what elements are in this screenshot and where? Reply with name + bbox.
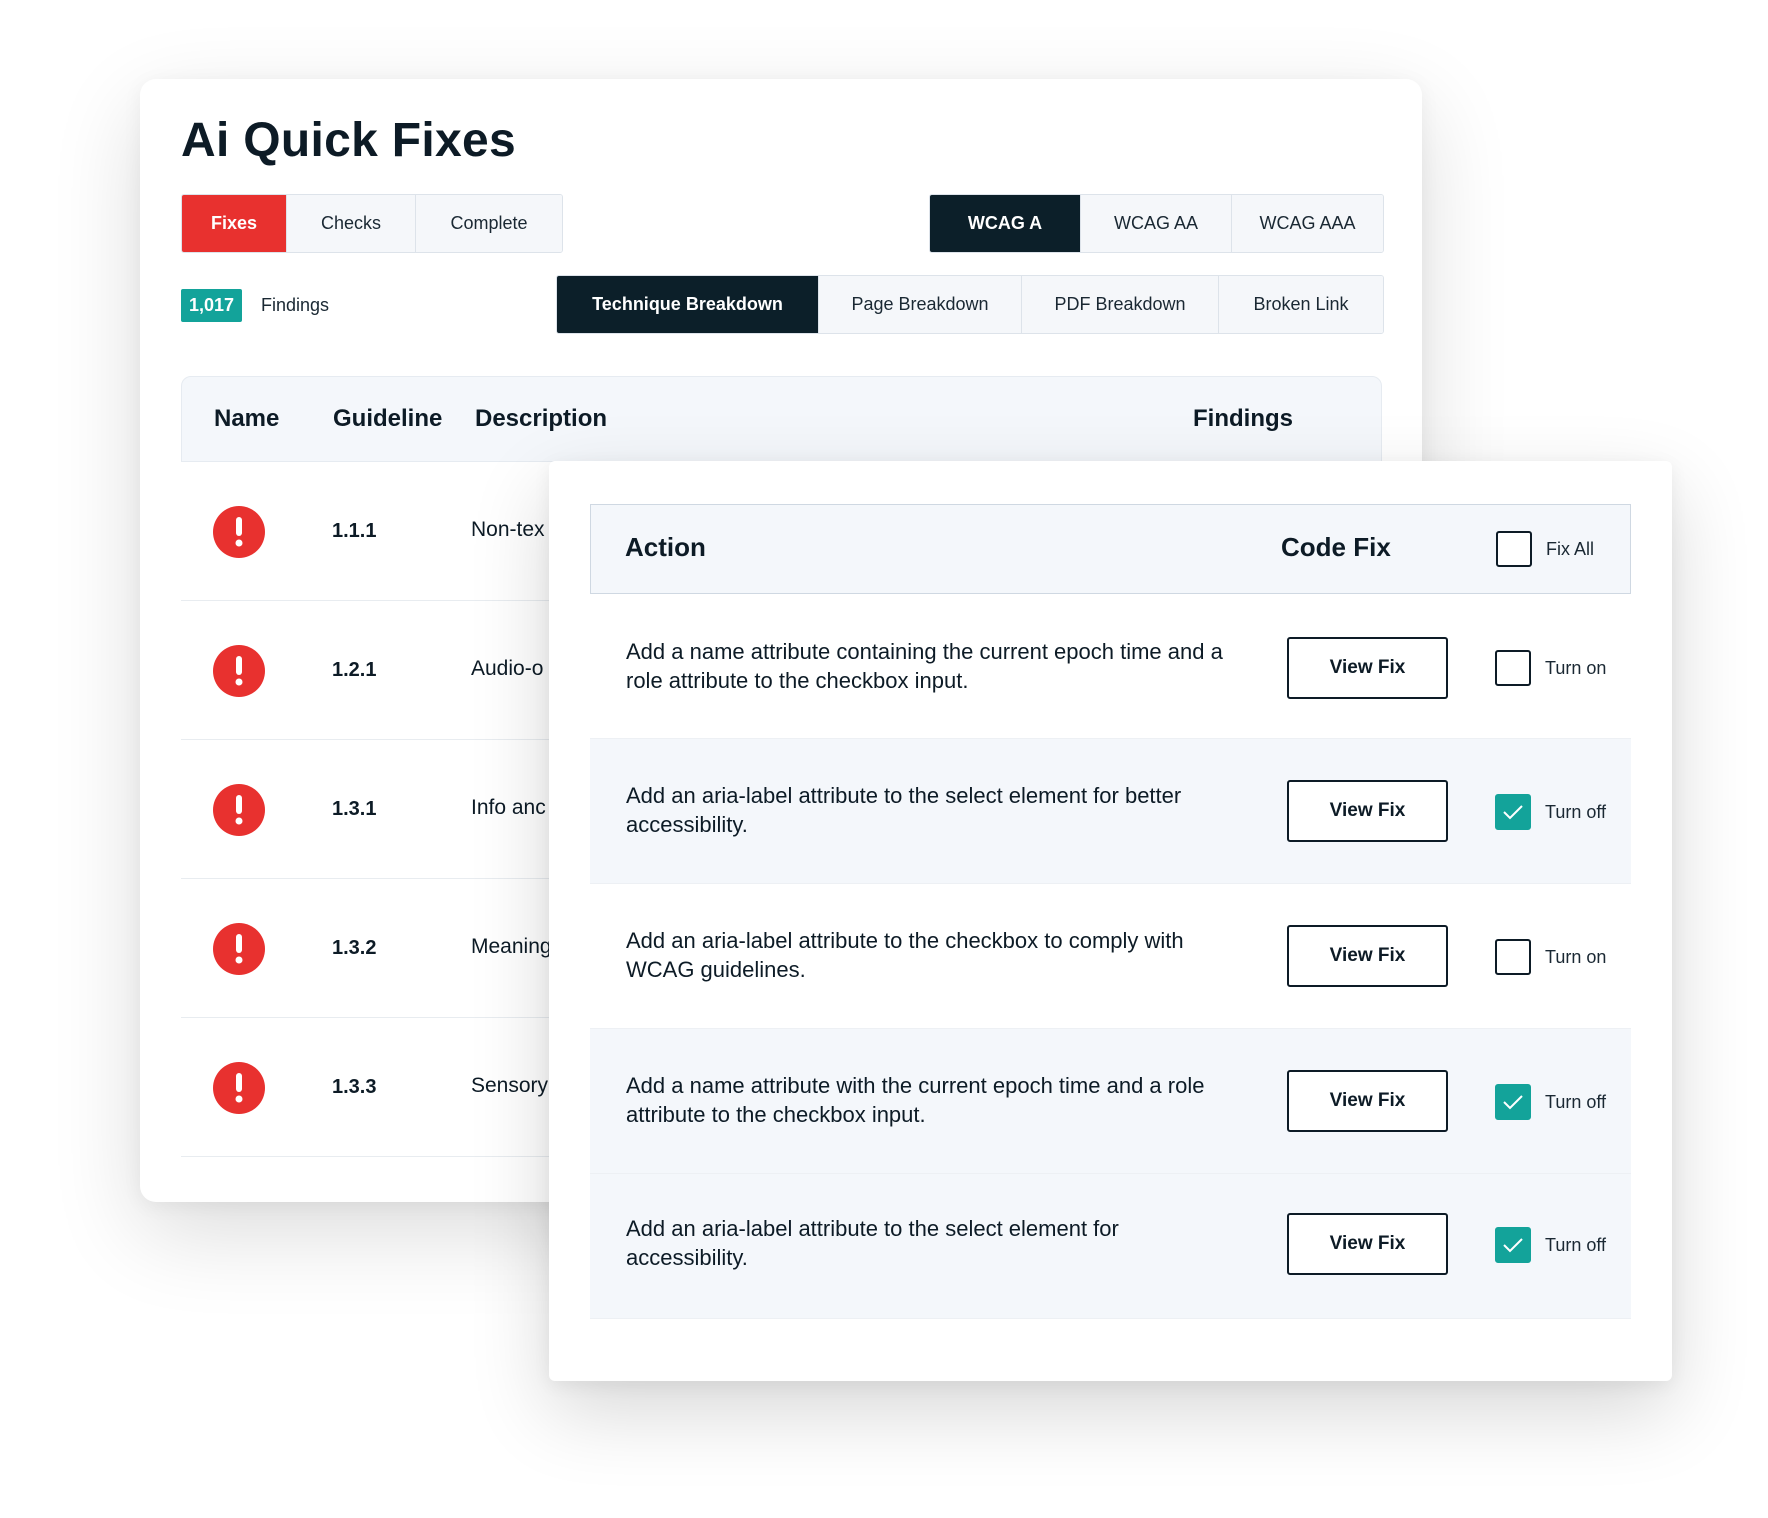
table-row[interactable]: 1.3.1 Info anc <box>181 740 581 879</box>
view-fix-button[interactable]: View Fix <box>1287 925 1448 987</box>
tab-wcag-aa[interactable]: WCAG AA <box>1081 195 1232 252</box>
guideline-number: 1.3.1 <box>332 798 377 820</box>
findings-count-badge: 1,017 <box>181 289 243 322</box>
fix-row: Add a name attribute containing the curr… <box>590 594 1631 739</box>
page-title: Ai Quick Fixes <box>181 114 516 167</box>
fix-toggle-label[interactable]: Turn on <box>1545 947 1606 968</box>
view-fix-button[interactable]: View Fix <box>1287 637 1448 699</box>
fix-table-body: Add a name attribute containing the curr… <box>590 594 1631 1319</box>
guideline-number: 1.3.2 <box>332 937 377 959</box>
alert-icon <box>213 784 265 836</box>
tab-technique-breakdown[interactable]: Technique Breakdown <box>557 276 819 333</box>
fix-action-text: Add an aria-label attribute to the selec… <box>626 783 1182 837</box>
guideline-number: 1.1.1 <box>332 520 377 542</box>
fix-row: Add an aria-label attribute to the check… <box>590 884 1631 1029</box>
fix-toggle-label[interactable]: Turn off <box>1545 802 1606 823</box>
table-row[interactable]: 1.3.3 Sensory <box>181 1018 581 1157</box>
column-header-findings[interactable]: Findings <box>1193 405 1293 433</box>
tab-broken-link[interactable]: Broken Link <box>1219 276 1383 333</box>
fix-table-header: Action Code Fix Fix All <box>590 504 1631 594</box>
tab-wcag-aaa[interactable]: WCAG AAA <box>1232 195 1383 252</box>
description-text: Audio-o <box>471 657 544 680</box>
checkmark-icon <box>1503 1095 1523 1110</box>
tab-checks[interactable]: Checks <box>287 195 416 252</box>
fix-action-text: Add a name attribute with the current ep… <box>626 1073 1205 1127</box>
fix-action-text: Add an aria-label attribute to the check… <box>626 928 1184 982</box>
table-row[interactable]: 1.1.1 Non-tex <box>181 462 581 601</box>
fix-toggle-checkbox[interactable] <box>1495 650 1531 686</box>
description-text: Info anc <box>471 796 546 819</box>
alert-icon <box>213 923 265 975</box>
fix-toggle-checkbox[interactable] <box>1495 1084 1531 1120</box>
tab-pdf-breakdown[interactable]: PDF Breakdown <box>1022 276 1219 333</box>
fix-row: Add an aria-label attribute to the selec… <box>590 739 1631 884</box>
fix-row: Add an aria-label attribute to the selec… <box>590 1174 1631 1319</box>
alert-icon <box>213 645 265 697</box>
fix-action-text: Add an aria-label attribute to the selec… <box>626 1216 1119 1270</box>
fix-row: Add a name attribute with the current ep… <box>590 1029 1631 1174</box>
tab-wcag-a[interactable]: WCAG A <box>930 195 1081 252</box>
description-text: Meaning <box>471 935 551 958</box>
findings-table-header: Name Guideline Description Findings <box>181 376 1382 462</box>
tab-page-breakdown[interactable]: Page Breakdown <box>819 276 1022 333</box>
view-fix-button[interactable]: View Fix <box>1287 1070 1448 1132</box>
view-fix-button[interactable]: View Fix <box>1287 780 1448 842</box>
fix-all-checkbox[interactable] <box>1496 531 1532 567</box>
fix-toggle-checkbox[interactable] <box>1495 794 1531 830</box>
description-text: Sensory <box>471 1074 549 1097</box>
fix-toggle-label[interactable]: Turn off <box>1545 1092 1606 1113</box>
alert-icon <box>213 506 265 558</box>
code-fix-panel: Action Code Fix Fix All Add a name attri… <box>549 461 1672 1381</box>
column-header-action: Action <box>625 532 706 562</box>
table-row[interactable]: 1.3.2 Meaning <box>181 879 581 1018</box>
description-text: Non-tex <box>471 518 545 541</box>
column-header-name[interactable]: Name <box>214 405 279 433</box>
column-header-guideline[interactable]: Guideline <box>333 405 442 433</box>
checkmark-icon <box>1503 1238 1523 1253</box>
tab-complete[interactable]: Complete <box>416 195 562 252</box>
fix-toggle-label[interactable]: Turn on <box>1545 658 1606 679</box>
checkmark-icon <box>1503 805 1523 820</box>
wcag-level-tabs: WCAG A WCAG AA WCAG AAA <box>929 194 1384 253</box>
fix-toggle-checkbox[interactable] <box>1495 1227 1531 1263</box>
tab-fixes[interactable]: Fixes <box>182 195 287 252</box>
fix-action-text: Add a name attribute containing the curr… <box>626 639 1223 693</box>
column-header-description[interactable]: Description <box>475 405 607 433</box>
findings-label: Findings <box>261 295 330 315</box>
guideline-number: 1.2.1 <box>332 659 377 681</box>
breakdown-tabs: Technique Breakdown Page Breakdown PDF B… <box>556 275 1384 334</box>
view-fix-button[interactable]: View Fix <box>1287 1213 1448 1275</box>
alert-icon <box>213 1062 265 1114</box>
fix-all-label[interactable]: Fix All <box>1546 539 1594 560</box>
table-row[interactable]: 1.2.1 Audio-o <box>181 601 581 740</box>
findings-table-body: 1.1.1 Non-tex 1.2.1 Audio-o 1.3.1 Info a… <box>181 462 581 1157</box>
status-tabs: Fixes Checks Complete <box>181 194 563 253</box>
guideline-number: 1.3.3 <box>332 1076 377 1098</box>
fix-toggle-label[interactable]: Turn off <box>1545 1235 1606 1256</box>
column-header-code-fix: Code Fix <box>1281 532 1391 562</box>
fix-toggle-checkbox[interactable] <box>1495 939 1531 975</box>
